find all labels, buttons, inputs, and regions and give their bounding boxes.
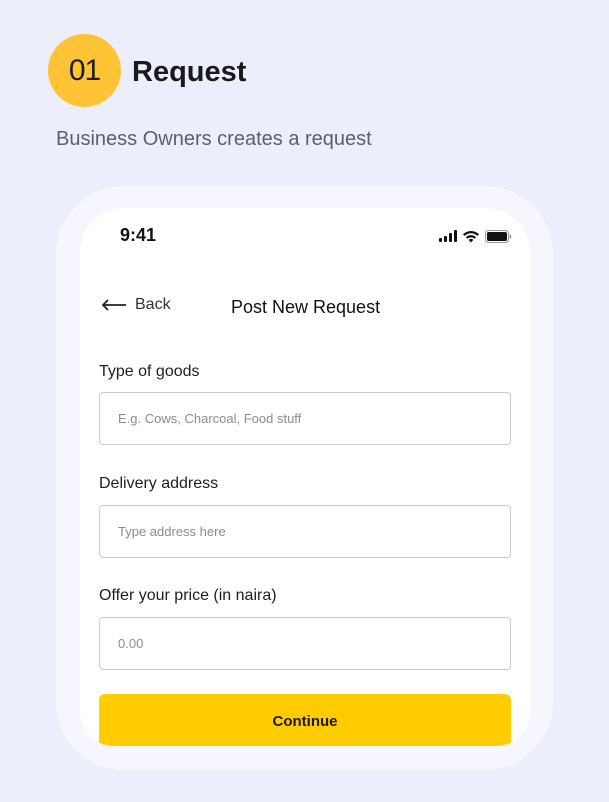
wifi-icon <box>462 230 480 243</box>
page-title: Post New Request <box>231 297 381 317</box>
phone-screen: 9:41 Back Post New Request Type of goods… <box>80 208 530 746</box>
price-input[interactable] <box>99 617 511 670</box>
status-time: 9:41 <box>120 225 157 245</box>
back-button[interactable]: Back <box>101 296 171 314</box>
delivery-address-input[interactable] <box>99 505 511 558</box>
continue-button[interactable]: Continue <box>99 694 511 746</box>
step-title: Request <box>132 56 247 88</box>
back-arrow-icon <box>101 299 127 311</box>
step-subtitle: Business Owners creates a request <box>56 128 372 150</box>
step-number-badge: 01 <box>48 34 121 107</box>
delivery-address-label: Delivery address <box>99 475 219 492</box>
battery-icon <box>485 229 512 243</box>
nav-bar: Back Post New Request <box>80 292 530 322</box>
status-bar: 9:41 <box>80 224 530 250</box>
signal-icon <box>439 230 457 242</box>
status-icons <box>439 228 512 244</box>
step-number: 01 <box>68 53 101 87</box>
back-label: Back <box>135 296 171 313</box>
page: 01 Request Business Owners creates a req… <box>0 0 609 802</box>
price-label: Offer your price (in naira) <box>99 587 277 604</box>
goods-type-label: Type of goods <box>99 363 200 380</box>
goods-type-input[interactable] <box>99 392 511 445</box>
